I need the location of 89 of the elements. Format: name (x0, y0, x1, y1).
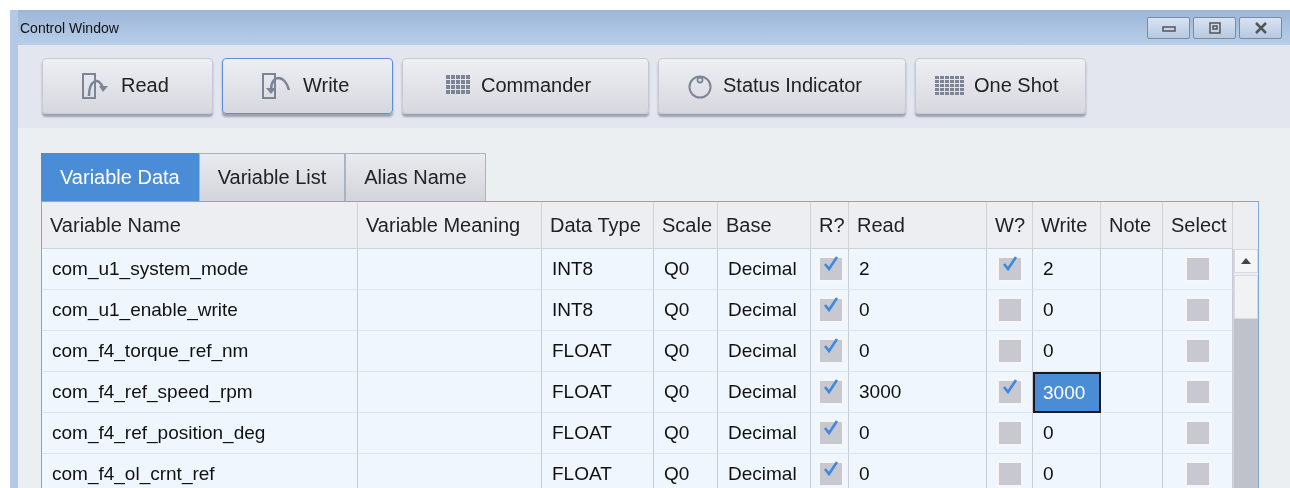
toolbar-button[interactable]: Read (42, 57, 213, 114)
table-cell: 2 (849, 249, 987, 290)
table-cell: FLOAT (542, 331, 654, 372)
vertical-scrollbar[interactable] (1233, 249, 1258, 488)
table-cell: com_u1_system_mode (42, 249, 358, 290)
table-cell: Q0 (654, 454, 718, 488)
checkbox[interactable] (995, 296, 1024, 324)
toolbar-button[interactable]: Status Indicator (658, 57, 906, 114)
column-header[interactable]: Scale (654, 202, 718, 249)
column-header[interactable]: Variable Name (42, 202, 358, 249)
restore-icon (1206, 21, 1223, 34)
checkmark-icon (821, 377, 841, 397)
close-icon (1252, 21, 1269, 34)
table-cell: FLOAT (542, 454, 654, 488)
checkmark-icon (821, 459, 841, 479)
table-cell: Decimal (718, 249, 811, 290)
table-cell: com_f4_torque_ref_nm (42, 331, 358, 372)
column-header[interactable]: Select (1163, 202, 1233, 249)
checkbox[interactable] (995, 460, 1024, 488)
scroll-up-icon[interactable] (1234, 249, 1258, 273)
table-cell[interactable]: 2 (1033, 249, 1101, 290)
column-header[interactable]: Write (1033, 202, 1101, 249)
column-header[interactable]: Base (718, 202, 811, 249)
checkbox[interactable] (995, 255, 1024, 283)
checkbox[interactable] (1183, 460, 1212, 488)
toolbar-button[interactable]: One Shot (915, 57, 1086, 114)
table-cell: com_f4_ref_speed_rpm (42, 372, 358, 413)
checkbox[interactable] (817, 419, 845, 447)
checkbox[interactable] (817, 255, 845, 283)
table-cell[interactable]: 0 (1033, 413, 1101, 454)
checkbox[interactable] (1183, 337, 1212, 365)
table-cell: 0 (849, 413, 987, 454)
checkmark-icon (821, 295, 841, 315)
checkbox[interactable] (1183, 378, 1212, 406)
column-header[interactable]: W? (987, 202, 1033, 249)
checkbox[interactable] (817, 378, 845, 406)
table-icon (934, 74, 964, 97)
column-header[interactable]: R? (811, 202, 849, 249)
window-title: Control Window (20, 19, 119, 36)
document-arrow-icon (261, 71, 293, 100)
table-cell: Q0 (654, 372, 718, 413)
table-cell: FLOAT (542, 413, 654, 454)
checkbox[interactable] (817, 296, 845, 324)
table-cell: Q0 (654, 249, 718, 290)
checkbox[interactable] (817, 337, 845, 365)
scroll-thumb[interactable] (1234, 275, 1258, 319)
table-cell[interactable]: 0 (1033, 454, 1101, 488)
table-cell: 3000 (849, 372, 987, 413)
column-header[interactable]: Data Type (542, 202, 654, 249)
checkbox[interactable] (1183, 419, 1212, 447)
table-cell: com_f4_ref_position_deg (42, 413, 358, 454)
column-header[interactable]: Variable Meaning (358, 202, 542, 249)
table-cell[interactable]: 0 (1033, 290, 1101, 331)
table-cell[interactable]: 0 (1033, 331, 1101, 372)
table-cell: Decimal (718, 454, 811, 488)
table-cell: com_u1_enable_write (42, 290, 358, 331)
column-header[interactable]: Note (1101, 202, 1163, 249)
document-arrow-icon (81, 71, 111, 100)
checkbox[interactable] (817, 460, 845, 488)
minimize-button[interactable] (1147, 16, 1190, 39)
checkmark-icon (821, 336, 841, 356)
toolbar-button[interactable]: Write (222, 57, 393, 114)
restore-button[interactable] (1193, 16, 1236, 39)
checkbox[interactable] (995, 337, 1024, 365)
checkmark-icon (821, 418, 841, 438)
checkbox[interactable] (995, 419, 1024, 447)
checkbox[interactable] (995, 378, 1024, 406)
tab[interactable]: Alias Name (345, 153, 486, 201)
table-cell: Q0 (654, 413, 718, 454)
table-cell: Decimal (718, 290, 811, 331)
table-cell: FLOAT (542, 372, 654, 413)
tab[interactable]: Variable List (198, 153, 346, 201)
table-cell: 0 (849, 454, 987, 488)
table-cell: Q0 (654, 331, 718, 372)
checkbox[interactable] (1183, 255, 1212, 283)
table-cell: com_f4_ol_crnt_ref (42, 454, 358, 488)
column-header[interactable]: Read (849, 202, 987, 249)
table-cell: Decimal (718, 372, 811, 413)
toolbar-button[interactable]: Commander (402, 57, 649, 114)
table-cell: Decimal (718, 413, 811, 454)
checkbox[interactable] (1183, 296, 1212, 324)
table-cell: Q0 (654, 290, 718, 331)
table-cell: Decimal (718, 331, 811, 372)
checkmark-icon (821, 254, 841, 274)
table-cell: INT8 (542, 249, 654, 290)
table-cell: INT8 (542, 290, 654, 331)
table-cell: 0 (849, 290, 987, 331)
table-cell: 0 (849, 331, 987, 372)
close-button[interactable] (1239, 16, 1282, 39)
